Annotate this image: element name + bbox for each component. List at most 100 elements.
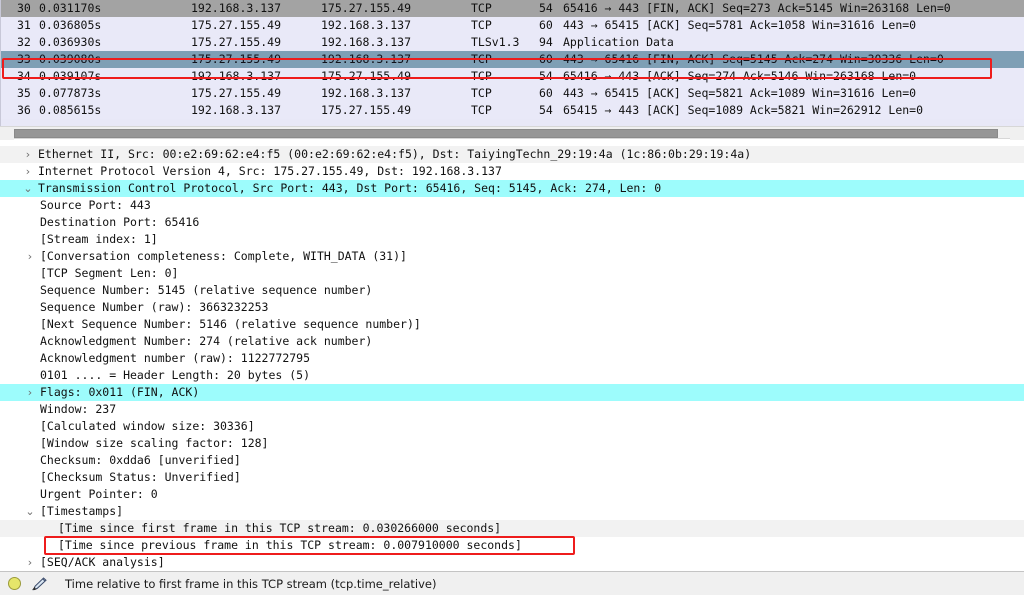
detail-tree-label: [Time since first frame in this TCP stre… — [58, 520, 501, 537]
chevron-down-icon[interactable]: ⌄ — [24, 503, 36, 520]
chevron-right-icon[interactable]: › — [24, 554, 36, 571]
packet-destination-cell: 175.27.155.49 — [321, 68, 411, 85]
table-row[interactable]: 340.039107s192.168.3.137175.27.155.49TCP… — [1, 68, 1024, 85]
detail-tree-row[interactable]: 0101 .... = Header Length: 20 bytes (5) — [0, 367, 1024, 384]
packet-source-cell: 192.168.3.137 — [191, 102, 281, 119]
packet-time-cell: 0.036805s — [39, 17, 101, 34]
chevron-right-icon[interactable]: › — [24, 384, 36, 401]
detail-tree-row[interactable]: [Window size scaling factor: 128] — [0, 435, 1024, 452]
packet-protocol-cell: TLSv1.3 — [471, 34, 519, 51]
packet-time-cell: 0.077873s — [39, 85, 101, 102]
wireshark-window: 290.031105s192.168.3.137175.27.155.49TLS… — [0, 0, 1024, 595]
packet-list-pane[interactable]: 290.031105s192.168.3.137175.27.155.49TLS… — [0, 0, 1024, 126]
packet-length-cell: 54 — [539, 102, 553, 119]
detail-tree-label: [Window size scaling factor: 128] — [40, 435, 268, 452]
table-row[interactable]: 320.036930s175.27.155.49192.168.3.137TLS… — [1, 34, 1024, 51]
detail-tree-label: [Checksum Status: Unverified] — [40, 469, 241, 486]
packet-destination-cell: 192.168.3.137 — [321, 34, 411, 51]
packet-info-cell: Application Data — [563, 34, 674, 51]
chevron-right-icon[interactable]: › — [22, 146, 34, 163]
expert-info-circle-icon[interactable] — [8, 577, 21, 590]
packet-list-horizontal-scrollbar[interactable] — [0, 126, 1024, 139]
packet-info-cell: 443 → 65415 [ACK] Seq=5821 Ack=1089 Win=… — [563, 85, 916, 102]
detail-tree-row[interactable]: Window: 237 — [0, 401, 1024, 418]
packet-length-cell: 94 — [539, 34, 553, 51]
detail-tree-row[interactable]: Acknowledgment Number: 274 (relative ack… — [0, 333, 1024, 350]
detail-tree-row[interactable]: ›Ethernet II, Src: 00:e2:69:62:e4:f5 (00… — [0, 146, 1024, 163]
table-row[interactable]: 310.036805s175.27.155.49192.168.3.137TCP… — [1, 17, 1024, 34]
packet-details-pane[interactable]: ›Ethernet II, Src: 00:e2:69:62:e4:f5 (00… — [0, 146, 1024, 571]
packet-length-cell: 60 — [539, 51, 553, 68]
packet-time-cell: 0.039080s — [39, 51, 101, 68]
scrollbar-thumb[interactable] — [14, 129, 998, 138]
detail-tree-label: [SEQ/ACK analysis] — [40, 554, 165, 571]
packet-length-cell: 60 — [539, 85, 553, 102]
detail-tree-row[interactable]: Sequence Number (raw): 3663232253 — [0, 299, 1024, 316]
packet-length-cell: 60 — [539, 17, 553, 34]
packet-info-cell: 65415 → 443 [ACK] Seq=1089 Ack=5821 Win=… — [563, 102, 923, 119]
table-row[interactable]: 300.031170s192.168.3.137175.27.155.49TCP… — [1, 0, 1024, 17]
detail-tree-label: Source Port: 443 — [40, 197, 151, 214]
detail-tree-label: [Timestamps] — [40, 503, 123, 520]
detail-tree-row[interactable]: [Next Sequence Number: 5146 (relative se… — [0, 316, 1024, 333]
table-row[interactable]: 330.039080s175.27.155.49192.168.3.137TCP… — [1, 51, 1024, 68]
detail-tree-row[interactable]: ⌄[Timestamps] — [0, 503, 1024, 520]
detail-tree-row[interactable]: ›[SEQ/ACK analysis] — [0, 554, 1024, 571]
detail-tree-row[interactable]: Urgent Pointer: 0 — [0, 486, 1024, 503]
packet-source-cell: 175.27.155.49 — [191, 85, 281, 102]
packet-length-cell: 54 — [539, 68, 553, 85]
packet-source-cell: 192.168.3.137 — [191, 68, 281, 85]
detail-tree-label: Transmission Control Protocol, Src Port:… — [38, 180, 661, 197]
detail-tree-label: [Conversation completeness: Complete, WI… — [40, 248, 407, 265]
packet-protocol-cell: TCP — [471, 68, 492, 85]
pane-divider[interactable] — [0, 139, 1024, 146]
chevron-down-icon[interactable]: ⌄ — [22, 180, 34, 197]
packet-destination-cell: 192.168.3.137 — [321, 85, 411, 102]
detail-tree-row[interactable]: [Time since first frame in this TCP stre… — [0, 520, 1024, 537]
detail-tree-row[interactable]: Checksum: 0xdda6 [unverified] — [0, 452, 1024, 469]
detail-tree-label: Urgent Pointer: 0 — [40, 486, 158, 503]
packet-list-rows[interactable]: 290.031105s192.168.3.137175.27.155.49TLS… — [1, 0, 1024, 119]
packet-time-cell: 0.031170s — [39, 0, 101, 17]
packet-details-rows[interactable]: ›Ethernet II, Src: 00:e2:69:62:e4:f5 (00… — [0, 146, 1024, 571]
detail-tree-row[interactable]: [TCP Segment Len: 0] — [0, 265, 1024, 282]
packet-source-cell: 192.168.3.137 — [191, 0, 281, 17]
packet-source-cell: 175.27.155.49 — [191, 51, 281, 68]
detail-tree-row[interactable]: [Stream index: 1] — [0, 231, 1024, 248]
packet-time-cell: 0.085615s — [39, 102, 101, 119]
detail-tree-row[interactable]: ›Flags: 0x011 (FIN, ACK) — [0, 384, 1024, 401]
chevron-right-icon[interactable]: › — [24, 248, 36, 265]
detail-tree-row[interactable]: Destination Port: 65416 — [0, 214, 1024, 231]
detail-tree-label: Window: 237 — [40, 401, 116, 418]
detail-tree-label: [Calculated window size: 30336] — [40, 418, 255, 435]
detail-tree-row[interactable]: [Checksum Status: Unverified] — [0, 469, 1024, 486]
table-row[interactable]: 360.085615s192.168.3.137175.27.155.49TCP… — [1, 102, 1024, 119]
detail-tree-label: [Next Sequence Number: 5146 (relative se… — [40, 316, 421, 333]
detail-tree-row[interactable]: Acknowledgment number (raw): 1122772795 — [0, 350, 1024, 367]
detail-tree-row[interactable]: [Time since previous frame in this TCP s… — [0, 537, 1024, 554]
packet-destination-cell: 192.168.3.137 — [321, 17, 411, 34]
detail-tree-row[interactable]: Source Port: 443 — [0, 197, 1024, 214]
detail-tree-row[interactable]: ›Internet Protocol Version 4, Src: 175.2… — [0, 163, 1024, 180]
packet-info-cell: 443 → 65415 [ACK] Seq=5781 Ack=1058 Win=… — [563, 17, 916, 34]
detail-tree-row[interactable]: Sequence Number: 5145 (relative sequence… — [0, 282, 1024, 299]
detail-tree-label: Sequence Number (raw): 3663232253 — [40, 299, 268, 316]
detail-tree-label: Destination Port: 65416 — [40, 214, 199, 231]
table-row[interactable]: 350.077873s175.27.155.49192.168.3.137TCP… — [1, 85, 1024, 102]
packet-info-cell: 65416 → 443 [ACK] Seq=274 Ack=5146 Win=2… — [563, 68, 916, 85]
pen-icon-svg — [31, 577, 47, 591]
packet-protocol-cell: TCP — [471, 102, 492, 119]
packet-protocol-cell: TCP — [471, 51, 492, 68]
packet-destination-cell: 175.27.155.49 — [321, 0, 411, 17]
detail-tree-label: Ethernet II, Src: 00:e2:69:62:e4:f5 (00:… — [38, 146, 751, 163]
detail-tree-label: Flags: 0x011 (FIN, ACK) — [40, 384, 199, 401]
packet-time-cell: 0.036930s — [39, 34, 101, 51]
detail-tree-row[interactable]: [Calculated window size: 30336] — [0, 418, 1024, 435]
detail-tree-row[interactable]: ›[Conversation completeness: Complete, W… — [0, 248, 1024, 265]
scroll-right-arrow-icon[interactable] — [1010, 127, 1024, 140]
detail-tree-row[interactable]: ⌄Transmission Control Protocol, Src Port… — [0, 180, 1024, 197]
chevron-right-icon[interactable]: › — [22, 163, 34, 180]
scroll-left-arrow-icon[interactable] — [0, 127, 14, 140]
packet-destination-cell: 192.168.3.137 — [321, 51, 411, 68]
pen-icon[interactable] — [31, 577, 47, 591]
